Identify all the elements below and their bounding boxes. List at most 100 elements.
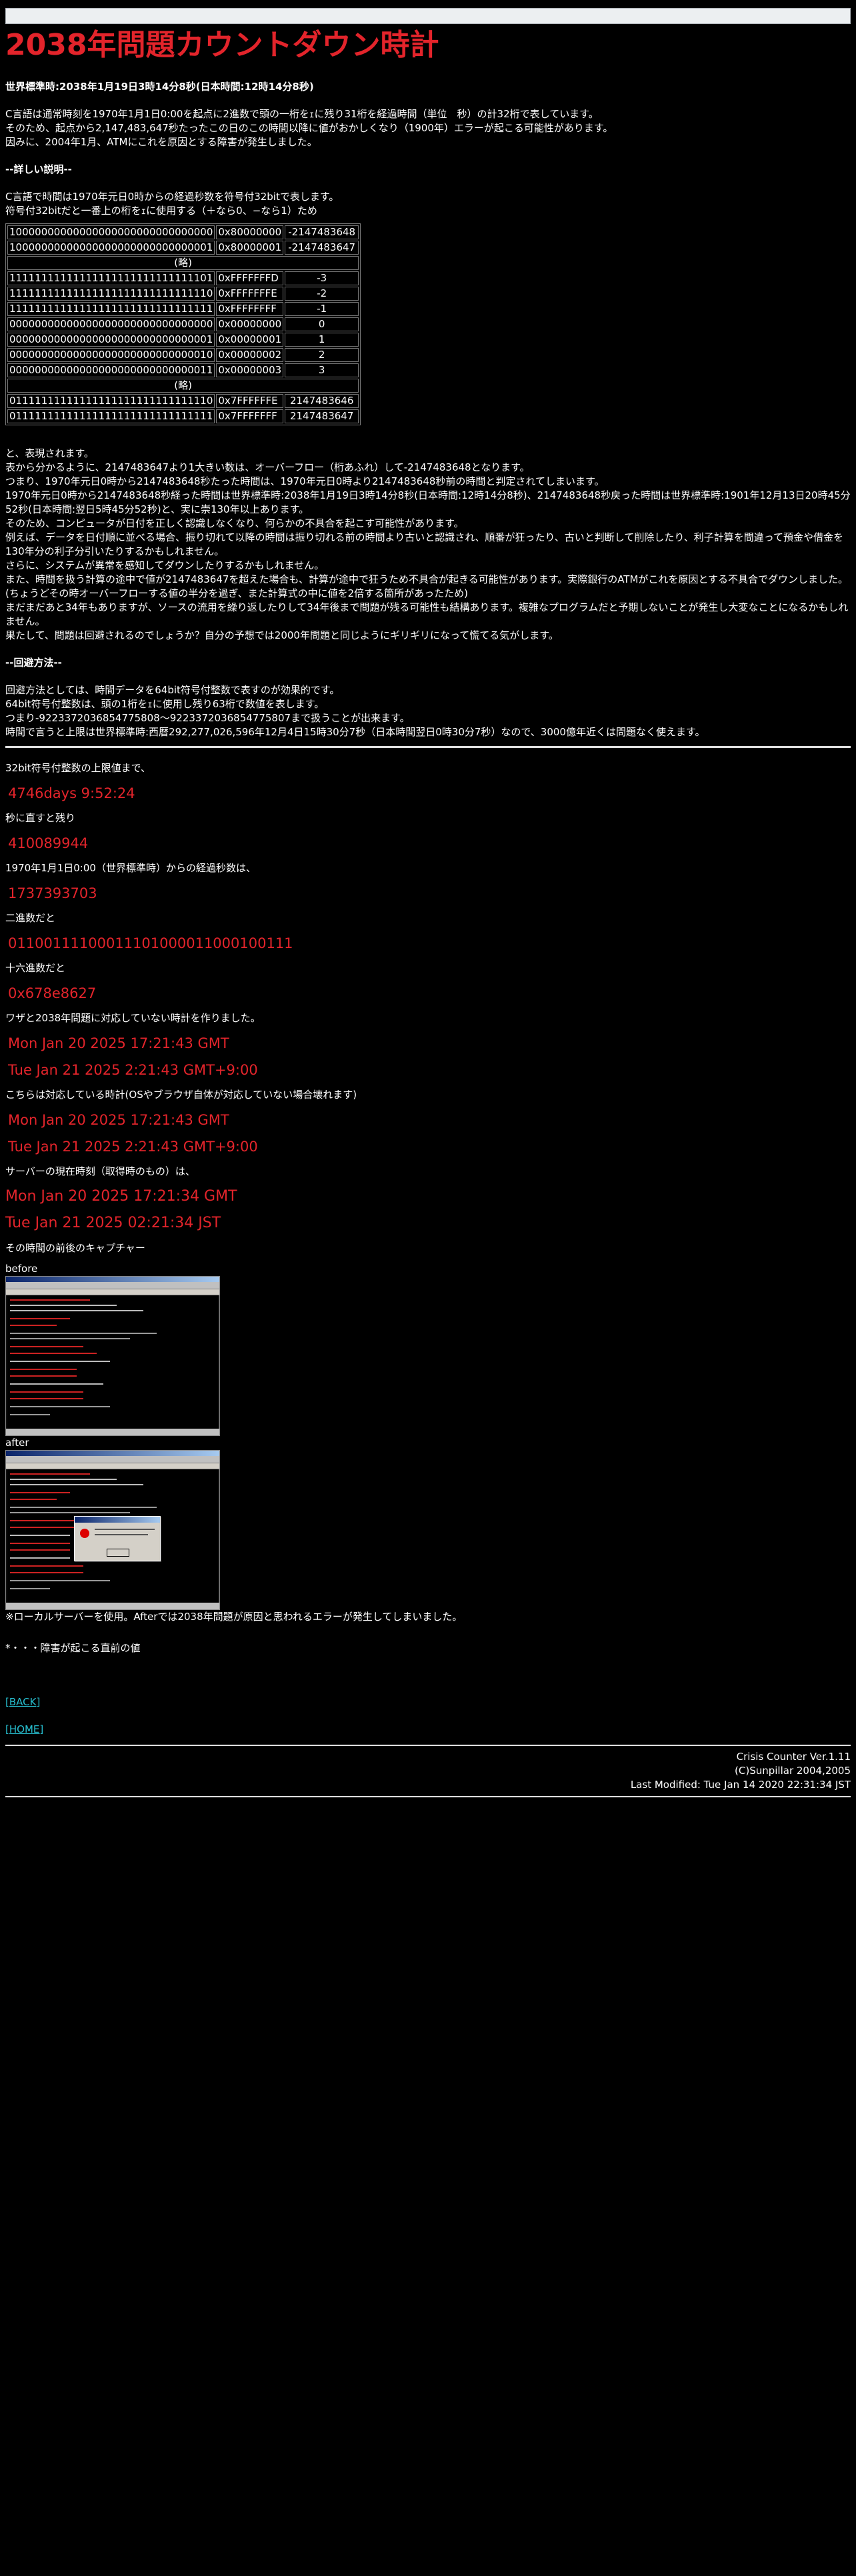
home-link[interactable]: [HOME]: [5, 1723, 43, 1735]
server-gmt: Mon Jan 20 2025 17:21:34 GMT: [5, 1188, 237, 1205]
before-screenshot: [5, 1276, 220, 1436]
details-heading: --詳しい説明--: [5, 163, 72, 175]
binary-cell: 10000000000000000000000000000001: [7, 241, 215, 255]
binary-cell: 01111111111111111111111111111111: [7, 409, 215, 423]
last-modified: Last Modified: Tue Jan 14 2020 22:31:34 …: [630, 1779, 851, 1791]
workaround-line: 時間で言うと上限は世界標準時:西暦292,277,026,596年12月4日15…: [5, 726, 705, 738]
page-title: 2038年問題カウントダウン時計: [5, 28, 439, 62]
hex-cell: 0xFFFFFFFF: [216, 302, 284, 316]
explanation-line: さらに、システムが異常を感知してダウンしたりするかもしれません。: [5, 559, 325, 571]
explanation-line: 例えば、データを日付順に並べる場合、振り切れて以降の時間は振り切れる前の時間より…: [5, 531, 844, 557]
hex-cell: 0xFFFFFFFD: [216, 271, 284, 285]
bits-table: 10000000000000000000000000000000 0x80000…: [5, 223, 361, 425]
table-row: 11111111111111111111111111111101 0xFFFFF…: [7, 271, 359, 285]
hex-label: 十六進数だと: [5, 962, 66, 974]
top-banner: [5, 8, 851, 24]
clock-gmt: Mon Jan 20 2025 17:21:43 GMT: [8, 1035, 229, 1051]
explanation-line: 果たして、問題は回避されるのでしょうか？自分の予想では2000年問題と同じように…: [5, 629, 559, 641]
clock-local: Tue Jan 21 2025 2:21:43 GMT+9:00: [8, 1062, 258, 1078]
divider: [5, 746, 851, 748]
decimal-cell: 1: [285, 333, 359, 347]
hex-cell: 0x00000002: [216, 348, 284, 362]
table-row: (略): [7, 379, 359, 393]
explanation-line: まだまだあと34年もありますが、ソースの流用を繰り返したりして34年後まで問題が…: [5, 601, 849, 627]
hex-cell: 0x80000000: [216, 225, 284, 239]
binary-cell: 11111111111111111111111111111101: [7, 271, 215, 285]
binary-cell: 00000000000000000000000000000010: [7, 348, 215, 362]
hex-cell: 0xFFFFFFFE: [216, 287, 284, 301]
hex-value: 0x678e8627: [8, 985, 97, 1001]
binary-label: 二進数だと: [5, 912, 56, 924]
compliant-local: Tue Jan 21 2025 2:21:43 GMT+9:00: [8, 1139, 258, 1155]
decimal-cell: 0: [285, 317, 359, 331]
binary-cell: 11111111111111111111111111111111: [7, 302, 215, 316]
binary-cell: 11111111111111111111111111111110: [7, 287, 215, 301]
utc-time: 世界標準時:2038年1月19日3時14分8秒(日本時間:12時14分8秒): [5, 81, 314, 93]
decimal-cell: 3: [285, 363, 359, 377]
seconds-label: 秒に直すと残り: [5, 812, 76, 824]
after-screenshot: [5, 1450, 220, 1610]
table-row: 11111111111111111111111111111111 0xFFFFF…: [7, 302, 359, 316]
binary-value: 01100111100011101000011000100111: [8, 935, 293, 951]
table-row: 01111111111111111111111111111111 0x7FFFF…: [7, 409, 359, 423]
workaround-line: 回避方法としては、時間データを64bit符号付整数で表すのが効果的です。: [5, 684, 340, 696]
workaround-line: つまり-9223372036854775808〜9223372036854775…: [5, 712, 410, 724]
error-icon: [80, 1529, 89, 1538]
decimal-cell: -2147483648: [285, 225, 359, 239]
hex-cell: 0x00000001: [216, 333, 284, 347]
capture-note: ※ローカルサーバーを使用。Afterでは2038年問題が原因と思われるエラーが発…: [5, 1611, 463, 1623]
decimal-cell: 2147483646: [285, 394, 359, 408]
skip-cell: (略): [7, 379, 359, 393]
decimal-cell: 2: [285, 348, 359, 362]
decimal-cell: 2147483647: [285, 409, 359, 423]
workaround-heading: --回避方法--: [5, 657, 62, 669]
before-label: before: [5, 1263, 38, 1275]
decimal-cell: -2147483647: [285, 241, 359, 255]
table-row: 00000000000000000000000000000000 0x00000…: [7, 317, 359, 331]
elapsed-label: 1970年1月1日0:00（世界標準時）からの経過秒数は、: [5, 862, 256, 874]
details-line: 符号付32bitだと一番上の桁をｪに使用する（＋なら0、−なら1）ため: [5, 205, 317, 217]
seconds-value: 410089944: [8, 835, 89, 851]
table-row: 00000000000000000000000000000010 0x00000…: [7, 348, 359, 362]
table-row: (略): [7, 256, 359, 270]
table-row: 10000000000000000000000000000001 0x80000…: [7, 241, 359, 255]
table-row: 00000000000000000000000000000001 0x00000…: [7, 333, 359, 347]
compliant-label: こちらは対応している時計(OSやブラウザ自体が対応していない場合壊れます): [5, 1089, 357, 1101]
divider: [5, 1796, 851, 1797]
decimal-cell: -1: [285, 302, 359, 316]
explanation-line: つまり、1970年元日0時から2147483648秒たった時間は、1970年元日…: [5, 475, 605, 487]
explanation-line: 1970年元日0時から2147483648秒経った時間は世界標準時:2038年1…: [5, 489, 851, 515]
intro-line: C言語は通常時刻を1970年1月1日0:00を起点に2進数で頭の一桁をｪに残り3…: [5, 108, 599, 120]
hex-cell: 0x00000000: [216, 317, 284, 331]
copyright: (C)Sunpillar 2004,2005: [735, 1765, 851, 1777]
explanation-line: 表から分かるように、2147483647より1大きい数は、オーバーフロー（桁あふ…: [5, 461, 530, 473]
remaining-label: 32bit符号付整数の上限値まで、: [5, 762, 151, 774]
workaround-line: 64bit符号付整数は、頭の1桁をｪに使用し残り63桁で数値を表します。: [5, 698, 325, 710]
elapsed-value: 1737393703: [8, 885, 97, 901]
hex-cell: 0x7FFFFFFF: [216, 409, 284, 423]
hex-cell: 0x00000003: [216, 363, 284, 377]
binary-cell: 00000000000000000000000000000001: [7, 333, 215, 347]
compliant-gmt: Mon Jan 20 2025 17:21:43 GMT: [8, 1112, 229, 1128]
details-line: C言語で時間は1970年元日0時からの経過秒数を符号付32bitで表します。: [5, 191, 339, 203]
intro-line: そのため、起点から2,147,483,647秒たったこの日のこの時間以降に値がお…: [5, 122, 613, 134]
error-dialog: [74, 1516, 161, 1561]
remaining-value: 4746days 9:52:24: [8, 785, 135, 801]
server-label: サーバーの現在時刻（取得時のもの）は、: [5, 1165, 195, 1177]
table-row: 00000000000000000000000000000011 0x00000…: [7, 363, 359, 377]
binary-cell: 01111111111111111111111111111110: [7, 394, 215, 408]
after-label: after: [5, 1437, 29, 1449]
decimal-cell: -3: [285, 271, 359, 285]
hex-cell: 0x80000001: [216, 241, 284, 255]
table-row: 01111111111111111111111111111110 0x7FFFF…: [7, 394, 359, 408]
hex-cell: 0x7FFFFFFE: [216, 394, 284, 408]
skip-cell: (略): [7, 256, 359, 270]
footnote: *・・・障害が起こる直前の値: [5, 1642, 141, 1654]
counter-version: Crisis Counter Ver.1.11: [736, 1751, 851, 1763]
footer: Crisis Counter Ver.1.11 (C)Sunpillar 200…: [5, 1750, 851, 1792]
explanation-line: また、時間を扱う計算の途中で値が2147483647を超えた場合も、計算が途中で…: [5, 573, 848, 599]
table-row: 11111111111111111111111111111110 0xFFFFF…: [7, 287, 359, 301]
binary-cell: 10000000000000000000000000000000: [7, 225, 215, 239]
binary-cell: 00000000000000000000000000000000: [7, 317, 215, 331]
back-link[interactable]: [BACK]: [5, 1696, 40, 1708]
